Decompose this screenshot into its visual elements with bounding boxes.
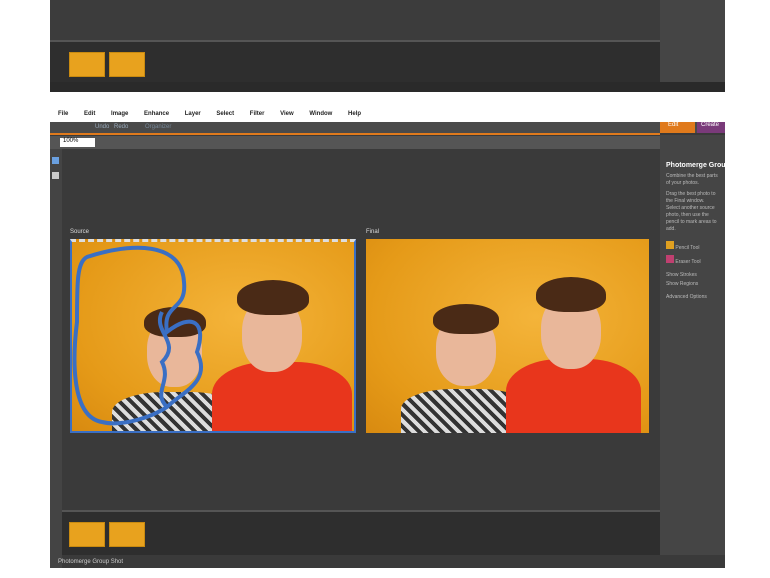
menu-select[interactable]: Select (216, 111, 234, 117)
options-bar: Undo Redo Organizer Edit Create (50, 122, 725, 133)
panel-intro: Combine the best parts of your photos. (666, 173, 718, 186)
filmstrip-thumb[interactable] (69, 52, 105, 77)
toolbox (50, 149, 62, 568)
mode-tab-edit-label: Edit (668, 122, 679, 128)
pencil-stroke (72, 245, 204, 426)
menu-view[interactable]: View (280, 111, 294, 117)
pencil-tool-button[interactable]: Pencil Tool (666, 241, 719, 252)
undo-button[interactable]: Undo (95, 124, 109, 130)
filmstrip-thumb-2[interactable] (109, 522, 145, 547)
menu-layer[interactable]: Layer (185, 111, 201, 117)
filmstrip-thumb[interactable] (109, 52, 145, 77)
previous-panel (660, 0, 725, 82)
menu-help[interactable]: Help (348, 111, 361, 117)
accent-line (50, 133, 660, 135)
previous-status-bar (50, 82, 725, 92)
menu-enhance[interactable]: Enhance (144, 111, 169, 117)
menu-image[interactable]: Image (111, 111, 128, 117)
mode-tab-create[interactable]: Create (697, 122, 725, 133)
final-photo (366, 239, 649, 433)
eraser-tool-button[interactable]: Eraser Tool (666, 255, 719, 266)
pencil-tool-label: Pencil Tool (675, 245, 700, 251)
eraser-icon (666, 255, 674, 263)
previous-filmstrip (50, 40, 660, 82)
zoom-select[interactable]: 100% (60, 138, 95, 147)
eraser-tool-label: Eraser Tool (675, 259, 701, 265)
redo-button[interactable]: Redo (114, 124, 128, 130)
panel-steps: Drag the best photo to the Final window.… (666, 191, 717, 232)
pencil-tool-icon[interactable] (52, 157, 59, 164)
source-label: Source (70, 229, 90, 235)
show-regions-checkbox[interactable]: Show Regions (666, 281, 719, 288)
organizer-button[interactable]: Organizer (145, 124, 171, 130)
menu-filter[interactable]: Filter (250, 111, 265, 117)
mode-tab-create-label: Create (701, 122, 720, 128)
show-strokes-checkbox[interactable]: Show Strokes (666, 272, 719, 279)
advanced-options[interactable]: Advanced Options (666, 294, 719, 301)
app-window: Undo Redo Organizer Edit Create 100% Sou… (50, 122, 725, 568)
tool-options: 100% (50, 136, 660, 149)
eraser-tool-icon[interactable] (52, 172, 59, 179)
status-text: Photomerge Group Shot (58, 559, 124, 565)
final-label: Final (366, 229, 380, 235)
menu-bar: File Edit Image Enhance Layer Select Fil… (58, 111, 658, 121)
guided-panel: Photomerge Group Shot Combine the best p… (660, 135, 725, 555)
pencil-icon (666, 241, 674, 249)
menu-window[interactable]: Window (309, 111, 332, 117)
panel-title: Photomerge Group Shot (666, 162, 725, 169)
menu-file[interactable]: File (58, 111, 68, 117)
filmstrip (62, 510, 660, 555)
menu-edit[interactable]: Edit (84, 111, 95, 117)
filmstrip-thumb-1[interactable] (69, 522, 105, 547)
previous-screen-canvas (50, 0, 660, 40)
source-photo[interactable] (70, 239, 356, 433)
mode-tab-edit[interactable]: Edit (660, 122, 695, 133)
